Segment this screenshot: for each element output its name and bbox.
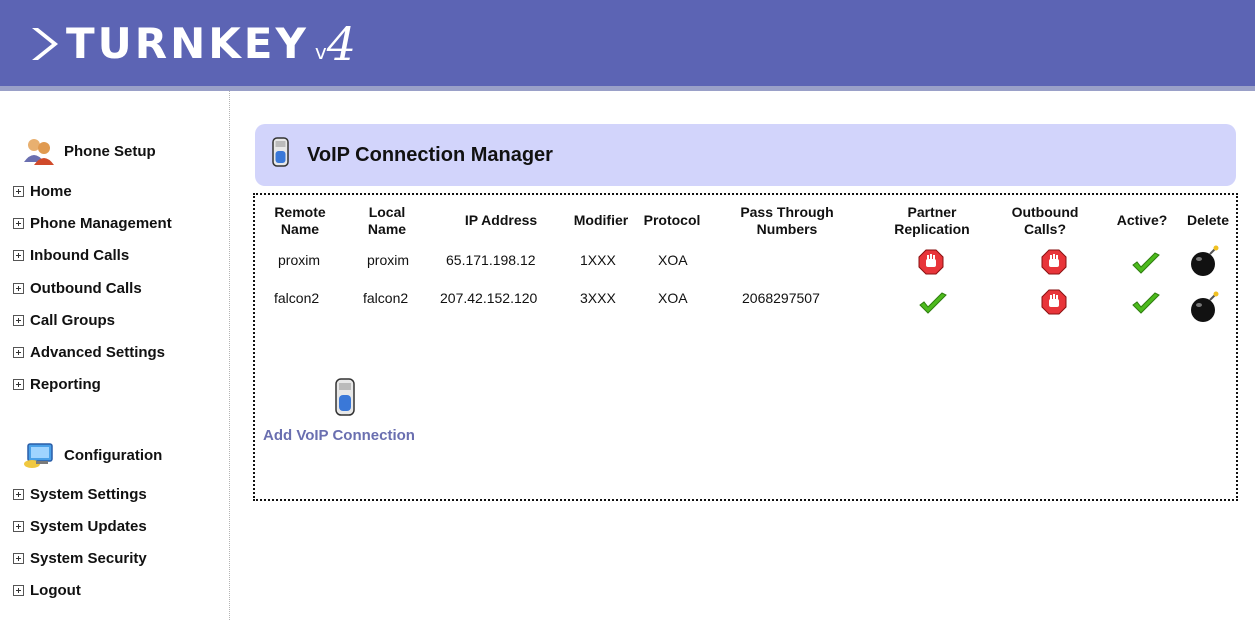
- expand-icon: [13, 553, 24, 564]
- column-header-local-name: Local Name: [367, 204, 407, 237]
- nav-item-inbound-calls[interactable]: Inbound Calls: [13, 247, 129, 264]
- nav-item-system-security[interactable]: System Security: [13, 550, 147, 567]
- expand-icon: [13, 379, 24, 390]
- cell-ip-address: 65.171.198.12: [446, 252, 536, 268]
- nav-item-label: Logout: [30, 582, 81, 599]
- top-banner: TURNKEY v 4: [0, 0, 1255, 86]
- checkmark-icon[interactable]: [1131, 252, 1161, 276]
- column-header-protocol: Protocol: [643, 212, 701, 228]
- column-header-ip-address: IP Address: [464, 212, 538, 228]
- section-phone-setup: Phone Setup: [22, 136, 156, 166]
- nav-item-label: Phone Management: [30, 215, 172, 232]
- nav-item-reporting[interactable]: Reporting: [13, 376, 101, 393]
- checkmark-icon[interactable]: [918, 292, 948, 316]
- nav-item-label: System Security: [30, 550, 147, 567]
- nav-item-system-settings[interactable]: System Settings: [13, 486, 147, 503]
- cell-ip-address: 207.42.152.120: [440, 290, 538, 306]
- nav-item-label: Advanced Settings: [30, 344, 166, 361]
- nav-item-label: Inbound Calls: [30, 247, 130, 264]
- nav-item-advanced-settings[interactable]: Advanced Settings: [13, 344, 165, 361]
- nav-item-call-groups[interactable]: Call Groups: [13, 312, 115, 329]
- section-configuration: Configuration: [22, 440, 162, 470]
- column-header-remote-name: Remote Name: [274, 204, 326, 237]
- users-icon: [24, 139, 54, 165]
- nav-item-home[interactable]: Home: [13, 183, 72, 200]
- checkmark-icon[interactable]: [1131, 292, 1161, 316]
- nav-item-logout[interactable]: Logout: [13, 582, 81, 599]
- connections-panel: [253, 193, 1238, 501]
- stop-icon[interactable]: [1041, 289, 1067, 315]
- cell-remote-name: falcon2: [274, 290, 320, 306]
- column-header-active: Active?: [1116, 212, 1168, 228]
- cell-remote-name: proxim: [278, 252, 321, 268]
- expand-icon: [13, 315, 24, 326]
- section-title: Configuration: [64, 446, 163, 464]
- expand-icon: [13, 250, 24, 261]
- nav-item-label: Home: [30, 183, 72, 200]
- stop-icon[interactable]: [1041, 249, 1067, 275]
- cell-pass-through: 2068297507: [742, 290, 820, 306]
- column-header-modifier: Modifier: [573, 212, 629, 228]
- column-header-pass-through: Pass Through Numbers: [740, 204, 834, 237]
- page-header: VoIP Connection Manager: [255, 124, 1236, 186]
- nav-item-label: Call Groups: [30, 312, 116, 329]
- cell-protocol: XOA: [658, 290, 688, 306]
- voip-phone-icon: [272, 137, 289, 167]
- expand-icon: [13, 283, 24, 294]
- bomb-icon[interactable]: [1188, 290, 1222, 324]
- page-title: VoIP Connection Manager: [307, 144, 553, 166]
- expand-icon: [13, 218, 24, 229]
- nav-item-phone-management[interactable]: Phone Management: [13, 215, 172, 232]
- column-header-partner-replication: Partner Replication: [894, 204, 970, 237]
- stop-icon[interactable]: [918, 249, 944, 275]
- turnkey-logo: TURNKEY v 4: [30, 8, 356, 80]
- logo-version-number: 4: [326, 17, 357, 71]
- column-header-delete: Delete: [1186, 212, 1230, 228]
- nav-item-label: Reporting: [30, 376, 101, 393]
- cell-local-name: proxim: [367, 252, 410, 268]
- expand-icon: [13, 521, 24, 532]
- cell-local-name: falcon2: [363, 290, 409, 306]
- bomb-icon[interactable]: [1188, 244, 1222, 278]
- nav-item-label: System Updates: [30, 518, 147, 535]
- column-header-outbound-calls: Outbound Calls?: [1011, 204, 1079, 237]
- config-monitor-icon: [24, 443, 53, 468]
- add-voip-connection-link[interactable]: Add VoIP Connection: [263, 427, 415, 444]
- voip-phone-icon[interactable]: [335, 378, 355, 416]
- nav-item-label: System Settings: [30, 486, 147, 503]
- logo-text: TURNKEY: [66, 19, 309, 68]
- cell-protocol: XOA: [658, 252, 688, 268]
- expand-icon: [13, 186, 24, 197]
- nav-item-outbound-calls[interactable]: Outbound Calls: [13, 280, 142, 297]
- nav-item-system-updates[interactable]: System Updates: [13, 518, 147, 535]
- nav-item-label: Outbound Calls: [30, 280, 142, 297]
- logo-arrow-icon: [32, 28, 58, 60]
- cell-modifier: 1XXX: [580, 252, 616, 268]
- expand-icon: [13, 585, 24, 596]
- expand-icon: [13, 489, 24, 500]
- expand-icon: [13, 347, 24, 358]
- cell-modifier: 3XXX: [580, 290, 616, 306]
- section-title: Phone Setup: [64, 142, 156, 160]
- logo-version-prefix: v: [314, 40, 327, 64]
